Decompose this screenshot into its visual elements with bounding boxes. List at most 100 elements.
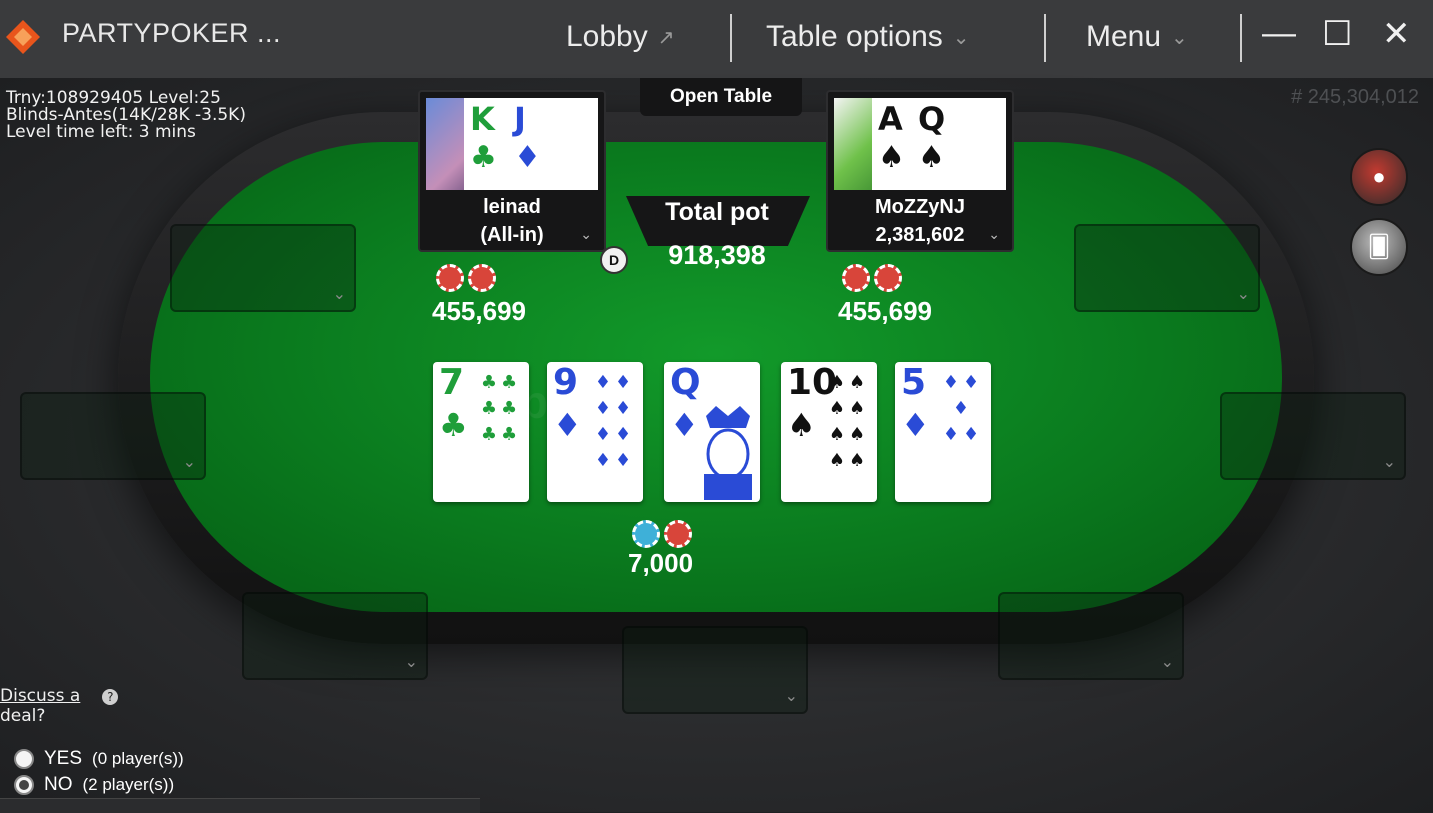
title-divider <box>1044 14 1046 62</box>
discuss-deal-link-cont: deal? <box>0 706 46 726</box>
chip-icon <box>436 264 464 292</box>
chevron-down-icon: ⌄ <box>1382 454 1396 471</box>
empty-seat[interactable]: ⌄ <box>242 592 428 680</box>
board-card: Q ♦ <box>664 362 760 502</box>
card-suit: ♦ <box>901 406 930 444</box>
card-rank: Q <box>918 100 946 138</box>
partypoker-logo-icon <box>6 20 40 54</box>
yes-radio[interactable] <box>14 749 34 769</box>
deal-yes-option[interactable]: YES (0 player(s)) <box>14 748 184 770</box>
empty-seat[interactable]: ⌄ <box>1074 224 1260 312</box>
card-pips: ♦♦ ♦♦ ♦♦ ♦♦ <box>594 372 636 471</box>
hand-id: # 245,304,012 <box>1291 86 1419 108</box>
help-icon[interactable]: ? <box>102 689 119 705</box>
queen-face-icon <box>698 402 758 500</box>
chevron-down-icon: ⌄ <box>784 688 798 705</box>
menu-button[interactable]: Menu ⌄ <box>1086 20 1188 54</box>
card-pips: ♠♠ ♠♠ ♠♠ ♠♠ <box>828 372 870 471</box>
chevron-down-icon: ⌄ <box>332 286 346 303</box>
card-suit: ♦ <box>670 406 699 444</box>
open-table-button[interactable]: Open Table <box>640 78 802 116</box>
chevron-down-icon: ⌄ <box>404 654 418 671</box>
chevron-down-icon: ⌄ <box>952 26 970 49</box>
card-suit: ♠ <box>878 140 905 175</box>
close-icon[interactable]: ✕ <box>1382 14 1411 54</box>
chip-icon <box>874 264 902 292</box>
card-pips: ♦♦ ♦ ♦♦ <box>942 372 984 445</box>
lobby-label: Lobby <box>566 20 648 53</box>
discuss-deal-panel: Discuss a? deal? <box>0 686 119 726</box>
bet-chips <box>436 264 496 292</box>
tournament-info: Trny:108929405 Level:25 Blinds-Antes(14K… <box>6 90 246 141</box>
player-bet: 455,699 <box>838 296 932 326</box>
card-rank: 5 <box>901 362 927 403</box>
title-bar: PARTYPOKER ... Lobby ↗ Table options ⌄ M… <box>0 0 1433 78</box>
total-pot-value: 918,398 <box>668 240 766 270</box>
empty-seat[interactable]: ⌄ <box>998 592 1184 680</box>
card-suit: ♣ <box>439 406 468 444</box>
chevron-down-icon[interactable]: ⌄ <box>988 226 1000 243</box>
card-suit: ♣ <box>470 140 497 175</box>
chip-icon <box>664 520 692 548</box>
discuss-deal-link[interactable]: Discuss a <box>0 686 80 706</box>
chevron-down-icon: ⌄ <box>182 454 196 471</box>
player-name: leinad <box>483 196 541 218</box>
player-stack: 2,381,602 <box>875 224 965 246</box>
yes-label: YES <box>44 748 83 769</box>
card-rank: K <box>470 100 495 138</box>
menu-label: Menu <box>1086 20 1162 53</box>
empty-seat[interactable]: ⌄ <box>1220 392 1406 480</box>
player-seat-leinad[interactable]: K ♣ J ♦ leinad (All-in) ⌄ <box>418 90 606 252</box>
chevron-down-icon: ⌄ <box>1171 26 1188 49</box>
yes-count: (0 player(s)) <box>92 749 184 768</box>
chip-icon <box>468 264 496 292</box>
center-bet: 7,000 <box>628 548 694 578</box>
card-suit: ♦ <box>514 140 541 175</box>
card-rank: 7 <box>439 362 465 403</box>
card-rank: Q <box>670 362 701 403</box>
player-stack: (All-in) <box>480 224 544 246</box>
external-arrow-icon: ↗ <box>657 26 675 49</box>
empty-seat[interactable]: ⌄ <box>622 626 808 714</box>
lobby-button[interactable]: Lobby ↗ <box>566 20 675 54</box>
hole-cards: K ♣ J ♦ <box>426 98 598 190</box>
board-card: 10 ♠ ♠♠ ♠♠ ♠♠ ♠♠ <box>781 362 877 502</box>
app-title: PARTYPOKER ... <box>62 18 282 48</box>
bottom-toolbar <box>0 798 480 813</box>
player-bet: 455,699 <box>432 296 526 326</box>
level-time-left: Level time left: 3 mins <box>6 122 196 142</box>
no-label: NO <box>44 774 73 795</box>
empty-seat[interactable]: ⌄ <box>170 224 356 312</box>
card-pips: ♣♣ ♣♣ ♣♣ <box>480 372 522 445</box>
deal-no-option[interactable]: NO (2 player(s)) <box>14 774 174 796</box>
card-rank: A <box>878 100 903 138</box>
board-card: 5 ♦ ♦♦ ♦ ♦♦ <box>895 362 991 502</box>
cards-settings-icon[interactable]: 🂠 <box>1350 218 1408 276</box>
card-suit: ♠ <box>918 140 945 175</box>
chevron-down-icon: ⌄ <box>1236 286 1250 303</box>
card-suit: ♦ <box>553 406 582 444</box>
card-rank: J <box>514 100 526 138</box>
card-rank: 9 <box>553 362 579 403</box>
board-card: 9 ♦ ♦♦ ♦♦ ♦♦ ♦♦ <box>547 362 643 502</box>
hole-card: J ♦ <box>508 98 598 190</box>
table-options-button[interactable]: Table options ⌄ <box>766 20 970 54</box>
hole-card: Q ♠ <box>912 98 1006 190</box>
player-seat-mozzynj[interactable]: A ♠ Q ♠ MoZZyNJ 2,381,602 ⌄ <box>826 90 1014 252</box>
bet-chips <box>632 520 692 548</box>
bet-chips <box>842 264 902 292</box>
no-radio[interactable] <box>14 775 34 795</box>
empty-seat[interactable]: ⌄ <box>20 392 206 480</box>
hole-cards: A ♠ Q ♠ <box>834 98 1006 190</box>
chevron-down-icon[interactable]: ⌄ <box>580 226 592 243</box>
total-pot-label: Total pot <box>665 198 769 226</box>
no-count: (2 player(s)) <box>82 775 175 794</box>
maximize-icon[interactable]: ☐ <box>1322 14 1352 54</box>
chip-icon <box>842 264 870 292</box>
card-suit: ♠ <box>787 406 816 444</box>
board-card: 7 ♣ ♣♣ ♣♣ ♣♣ <box>433 362 529 502</box>
minimize-icon[interactable]: — <box>1262 14 1296 53</box>
title-divider <box>1240 14 1242 62</box>
table-theme-icon[interactable]: ● <box>1350 148 1408 206</box>
chevron-down-icon: ⌄ <box>1160 654 1174 671</box>
